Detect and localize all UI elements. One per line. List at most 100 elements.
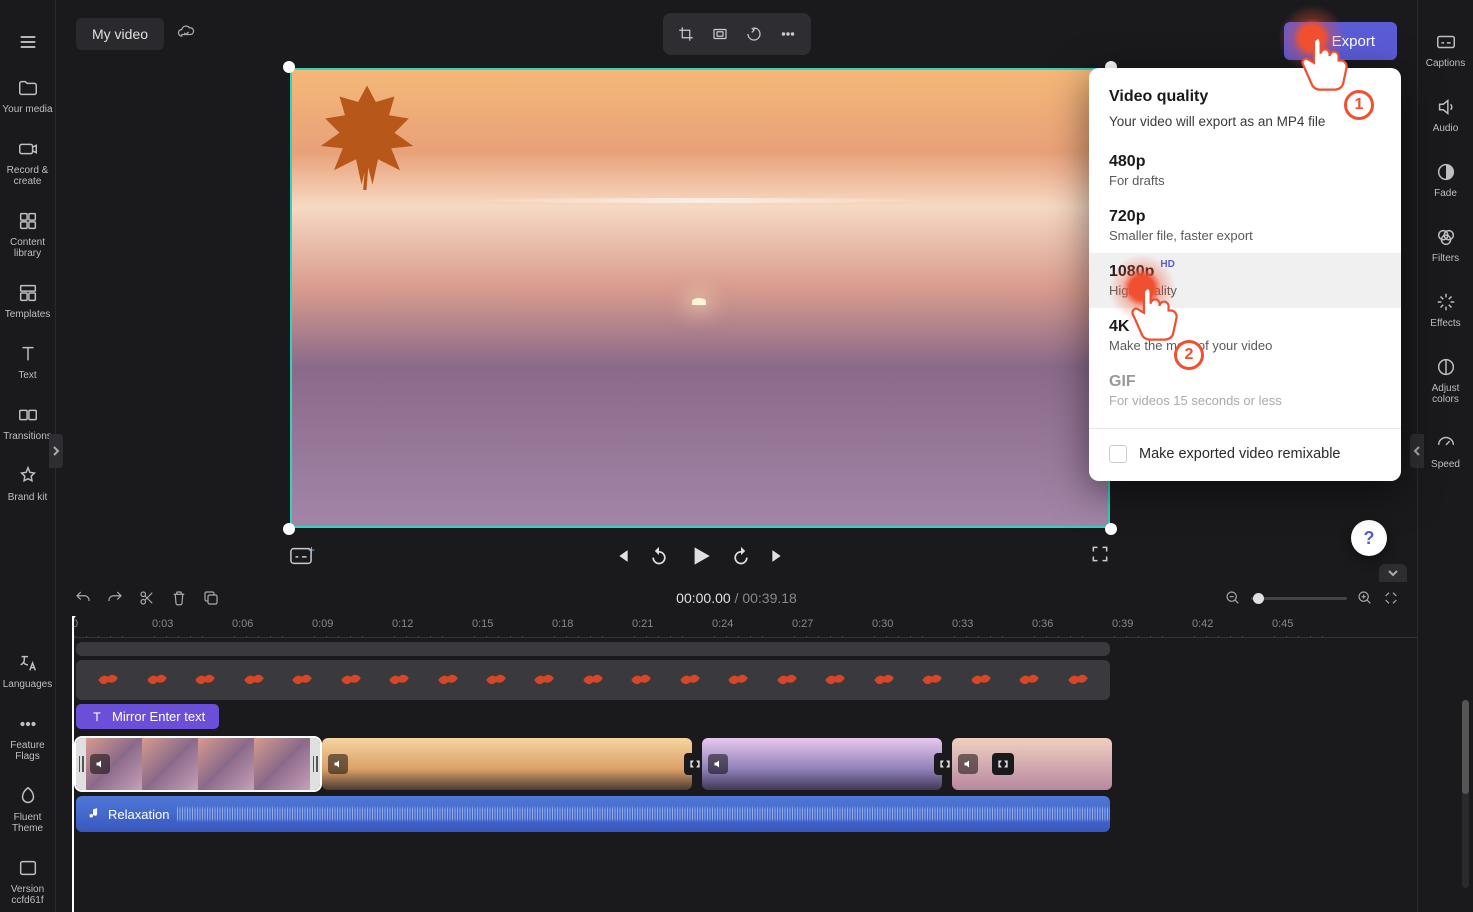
audio-icon — [1434, 95, 1458, 119]
skip-end-button[interactable] — [769, 546, 789, 566]
remixable-checkbox-row[interactable]: Make exported video remixable — [1089, 439, 1401, 467]
timecode-display: 00:00.00 / 00:39.18 — [676, 590, 797, 606]
zoom-in-button[interactable] — [1357, 590, 1373, 606]
fit-button[interactable] — [705, 19, 735, 49]
expand-left-panel[interactable] — [49, 434, 63, 468]
zoom-slider-thumb[interactable] — [1253, 593, 1264, 604]
timeline[interactable]: 00:030:060:090:120:150:180:210:240:270:3… — [72, 616, 1417, 912]
rotate-button[interactable] — [739, 19, 769, 49]
sidebar-item-transitions[interactable]: Transitions — [2, 397, 54, 448]
sidebar-item-adjust-colors[interactable]: Adjust colors — [1420, 349, 1472, 411]
ruler-tick: 0:12 — [392, 618, 413, 630]
collapse-panel-button[interactable] — [1379, 564, 1407, 582]
sidebar-item-your-media[interactable]: Your media — [2, 70, 54, 121]
undo-button[interactable] — [74, 589, 92, 607]
overlay-clip[interactable] — [76, 642, 1110, 656]
fade-icon — [1434, 160, 1458, 184]
sidebar-item-effects[interactable]: Effects — [1420, 284, 1472, 335]
sidebar-item-content-library[interactable]: Content library — [2, 203, 54, 265]
resize-handle-tl[interactable] — [283, 61, 295, 73]
sidebar-item-label: Your media — [2, 104, 52, 115]
clip-audio-icon[interactable] — [708, 754, 728, 774]
clip-handle-right[interactable] — [310, 738, 320, 790]
sidebar-item-brand-kit[interactable]: Brand kit — [2, 458, 54, 509]
overlay-clip-leaves[interactable] — [76, 660, 1110, 700]
sidebar-item-templates[interactable]: Templates — [2, 275, 54, 326]
video-track[interactable] — [72, 738, 1417, 790]
sidebar-item-label: Feature Flags — [2, 740, 54, 762]
export-option-720p[interactable]: 720p Smaller file, faster export — [1089, 198, 1401, 253]
templates-icon — [16, 281, 40, 305]
skip-start-button[interactable] — [611, 546, 631, 566]
play-button[interactable] — [687, 543, 713, 569]
sidebar-item-label: Audio — [1433, 123, 1459, 134]
ruler-tick: 0:18 — [552, 618, 573, 630]
overlay-track[interactable] — [72, 660, 1417, 700]
uhd-badge: UHD — [1135, 314, 1157, 325]
video-clip-2[interactable] — [322, 738, 692, 790]
text-track[interactable]: Mirror Enter text — [72, 704, 1417, 734]
theme-icon — [16, 784, 40, 808]
text-clip[interactable]: Mirror Enter text — [76, 704, 219, 729]
split-button[interactable] — [138, 589, 156, 607]
sidebar-item-record-create[interactable]: Record & create — [2, 131, 54, 193]
export-button[interactable]: Export — [1284, 22, 1397, 60]
clip-audio-icon[interactable] — [958, 754, 978, 774]
audio-track[interactable]: Relaxation — [72, 796, 1417, 832]
video-preview — [290, 68, 1110, 528]
crop-button[interactable] — [671, 19, 701, 49]
sidebar-item-text[interactable]: Text — [2, 336, 54, 387]
remixable-checkbox[interactable] — [1109, 445, 1127, 463]
sidebar-item-fade[interactable]: Fade — [1420, 154, 1472, 205]
sidebar-item-audio[interactable]: Audio — [1420, 89, 1472, 140]
rewind-button[interactable] — [649, 546, 669, 566]
clip-audio-icon[interactable] — [328, 754, 348, 774]
hamburger-menu[interactable] — [10, 24, 46, 60]
sidebar-item-feature-flags[interactable]: Feature Flags — [2, 706, 54, 768]
cloud-sync-icon[interactable] — [176, 22, 196, 47]
question-icon: ? — [1364, 528, 1375, 549]
export-option-4k[interactable]: 4KUHD Make the most of your video — [1089, 308, 1401, 363]
playhead[interactable] — [72, 616, 74, 912]
help-button[interactable]: ? — [1351, 520, 1387, 556]
sidebar-item-speed[interactable]: Speed — [1420, 425, 1472, 476]
video-clip-1[interactable] — [76, 738, 320, 790]
audio-clip[interactable]: Relaxation — [76, 796, 1110, 832]
timeline-scrollbar[interactable] — [1462, 700, 1469, 888]
clip-audio-icon[interactable] — [90, 754, 110, 774]
scrollbar-thumb[interactable] — [1462, 700, 1469, 794]
clip-handle-left[interactable] — [76, 738, 86, 790]
export-option-gif[interactable]: GIF For videos 15 seconds or less — [1089, 363, 1401, 418]
zoom-fit-button[interactable] — [1383, 590, 1399, 606]
export-option-480p[interactable]: 480p For drafts — [1089, 143, 1401, 198]
project-title[interactable]: My video — [76, 18, 164, 50]
export-option-1080p[interactable]: 1080pHD High quality — [1089, 253, 1401, 308]
fullscreen-button[interactable] — [1090, 544, 1110, 569]
preview-canvas[interactable] — [290, 68, 1110, 528]
delete-button[interactable] — [170, 589, 188, 607]
sidebar-item-fluent-theme[interactable]: Fluent Theme — [2, 778, 54, 840]
transition-icon[interactable] — [992, 753, 1014, 775]
video-clip-3[interactable] — [702, 738, 942, 790]
forward-button[interactable] — [731, 546, 751, 566]
ruler-tick: 0:45 — [1272, 618, 1293, 630]
sidebar-item-filters[interactable]: Filters — [1420, 219, 1472, 270]
resize-handle-bl[interactable] — [283, 523, 295, 535]
ruler-tick: 0:36 — [1032, 618, 1053, 630]
resize-handle-br[interactable] — [1105, 523, 1117, 535]
captions-toggle[interactable]: + — [290, 547, 312, 565]
ruler-tick: 0:27 — [792, 618, 813, 630]
sidebar-item-captions[interactable]: Captions — [1420, 24, 1472, 75]
expand-right-panel[interactable] — [1410, 434, 1424, 468]
video-clip-4[interactable] — [952, 738, 1112, 790]
sidebar-item-version[interactable]: Version ccfd61f — [2, 850, 54, 912]
upload-icon — [1306, 32, 1324, 50]
sidebar-item-languages[interactable]: Languages — [2, 645, 54, 696]
more-button[interactable] — [773, 19, 803, 49]
overlay-track-thin[interactable] — [72, 642, 1417, 656]
redo-button[interactable] — [106, 589, 124, 607]
zoom-out-button[interactable] — [1225, 590, 1241, 606]
duplicate-button[interactable] — [202, 589, 220, 607]
zoom-slider[interactable] — [1251, 597, 1347, 600]
timeline-ruler[interactable]: 00:030:060:090:120:150:180:210:240:270:3… — [72, 616, 1417, 638]
